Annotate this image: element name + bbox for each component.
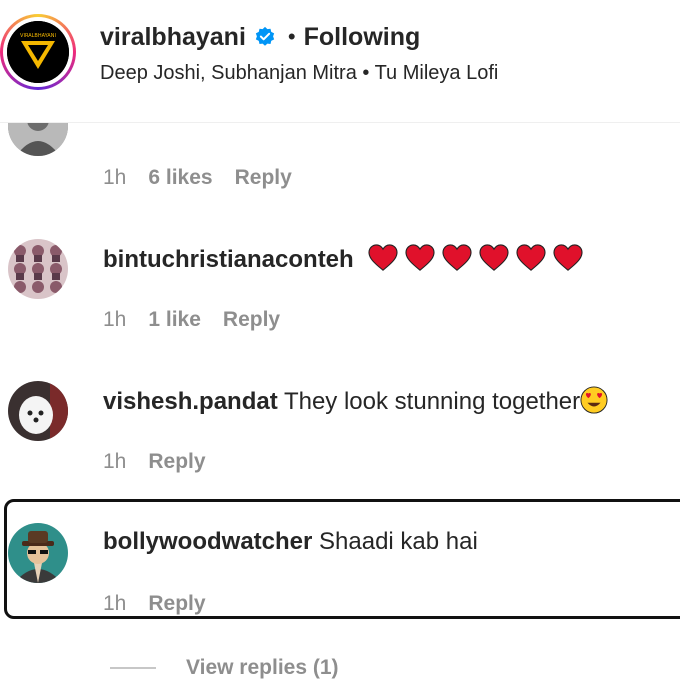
comment-time: 1h	[103, 450, 127, 473]
audio-attribution[interactable]: Deep Joshi, Subhanjan Mitra • Tu Mileya …	[100, 62, 498, 85]
profile-avatar[interactable]: VIRALBHAYANI	[0, 14, 76, 90]
separator-dot: •	[287, 24, 296, 49]
comment-meta: 1h Reply	[103, 592, 206, 616]
comment-text-line: vishesh.pandat They look stunning togeth…	[103, 386, 608, 416]
avatar[interactable]	[8, 381, 68, 441]
red-heart-icon	[553, 244, 583, 271]
comment-time: 1h	[103, 308, 127, 331]
red-heart-icon	[368, 244, 398, 271]
post-header: VIRALBHAYANI viralbhayani • Following De…	[0, 0, 680, 123]
replies-divider	[110, 667, 156, 669]
handle-row: viralbhayani • Following	[100, 20, 420, 54]
comment-username[interactable]: vishesh.pandat	[103, 388, 278, 415]
svg-text:VIRALBHAYANI: VIRALBHAYANI	[20, 33, 56, 39]
hearts-emoji	[368, 244, 590, 273]
comment-time: 1h	[103, 166, 127, 189]
comment-text-line: bollywoodwatcher Shaadi kab hai	[103, 528, 478, 556]
reply-button[interactable]: Reply	[223, 308, 280, 332]
comment-meta: 1h 1 like Reply	[103, 308, 280, 332]
comment-username[interactable]: bollywoodwatcher	[103, 528, 312, 555]
comment-time: 1h	[103, 592, 127, 615]
reply-button[interactable]: Reply	[148, 450, 205, 474]
comment-meta: 1h 6 likes Reply	[103, 166, 292, 190]
comment-text: Shaadi kab hai	[319, 528, 478, 555]
red-heart-icon	[516, 244, 546, 271]
account-handle[interactable]: viralbhayani	[100, 23, 246, 52]
red-heart-icon	[442, 244, 472, 271]
view-replies-button[interactable]: View replies (1)	[110, 656, 339, 680]
reply-button[interactable]: Reply	[148, 592, 205, 616]
red-heart-icon	[405, 244, 435, 271]
heart-eyes-emoji-icon	[580, 386, 608, 414]
comment-username[interactable]: bintuchristianaconteh	[103, 246, 354, 273]
red-heart-icon	[479, 244, 509, 271]
comments-screen: 1h 6 likes Reply bintuchristianaconteh 1…	[0, 0, 680, 680]
avatar[interactable]	[8, 523, 68, 583]
comment-meta: 1h Reply	[103, 450, 206, 474]
following-button[interactable]: Following	[304, 23, 421, 52]
brand-logo: VIRALBHAYANI	[7, 21, 69, 83]
comment-text: They look stunning together	[283, 388, 581, 415]
reply-button[interactable]: Reply	[235, 166, 292, 190]
view-replies-label[interactable]: View replies (1)	[186, 656, 339, 680]
likes-count[interactable]: 1 like	[148, 308, 201, 332]
verified-badge-icon	[255, 26, 275, 46]
likes-count[interactable]: 6 likes	[148, 166, 212, 190]
avatar[interactable]	[8, 239, 68, 299]
comment-text-line: bintuchristianaconteh	[103, 244, 590, 274]
